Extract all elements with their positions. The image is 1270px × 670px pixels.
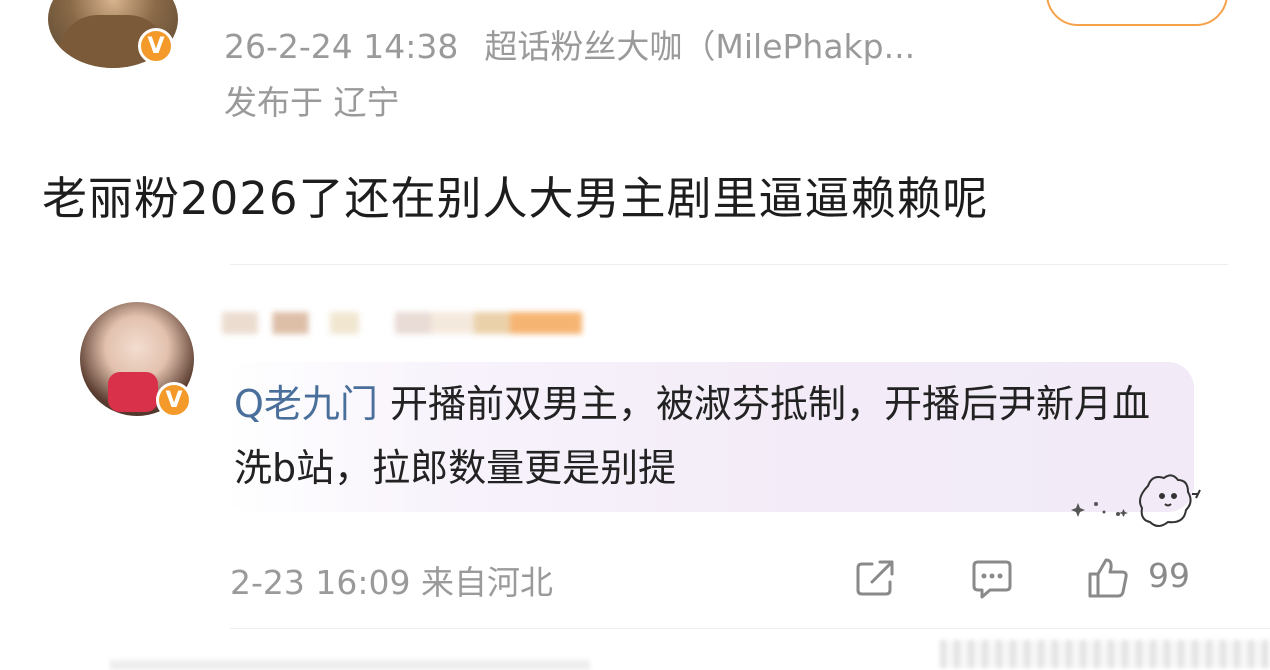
comment-time: 2-23 16:09 [230,563,411,602]
post-meta: 26-2-24 14:38 超话粉丝大咖（MilePhakp... [224,20,915,68]
comment-body: Q老九门 开播前双男主，被淑芬抵制，开播后尹新月血洗b站，拉郎数量更是别提 [234,372,1174,500]
comment-source: 来自河北 [421,563,553,602]
like-icon[interactable] [1086,556,1130,600]
divider [230,628,1270,629]
blurred-watermark [940,640,1270,668]
like-count: 99 [1148,556,1190,595]
cute-sticker-icon [1071,474,1201,527]
post-timestamp: 26-2-24 14:38 [224,27,459,66]
follow-button[interactable] [1046,0,1228,26]
verified-icon: V [138,28,174,64]
divider [230,264,1228,265]
next-item-peek [110,660,590,670]
topic-link[interactable]: Q老九门 [234,382,378,426]
verified-icon: V [156,382,192,418]
comment-meta: 2-23 16:09 来自河北 [230,556,553,604]
post-location: 发布于 辽宁 [224,83,400,122]
share-icon[interactable] [854,558,898,598]
avatar-detail [108,372,158,412]
comment-icon[interactable] [970,558,1014,600]
post-body: 老丽粉2026了还在别人大男主剧里逼逼赖赖呢 [42,172,989,225]
fan-badge[interactable]: 超话粉丝大咖（MilePhakp... [484,27,915,66]
commenter-name-blurred [222,312,582,334]
